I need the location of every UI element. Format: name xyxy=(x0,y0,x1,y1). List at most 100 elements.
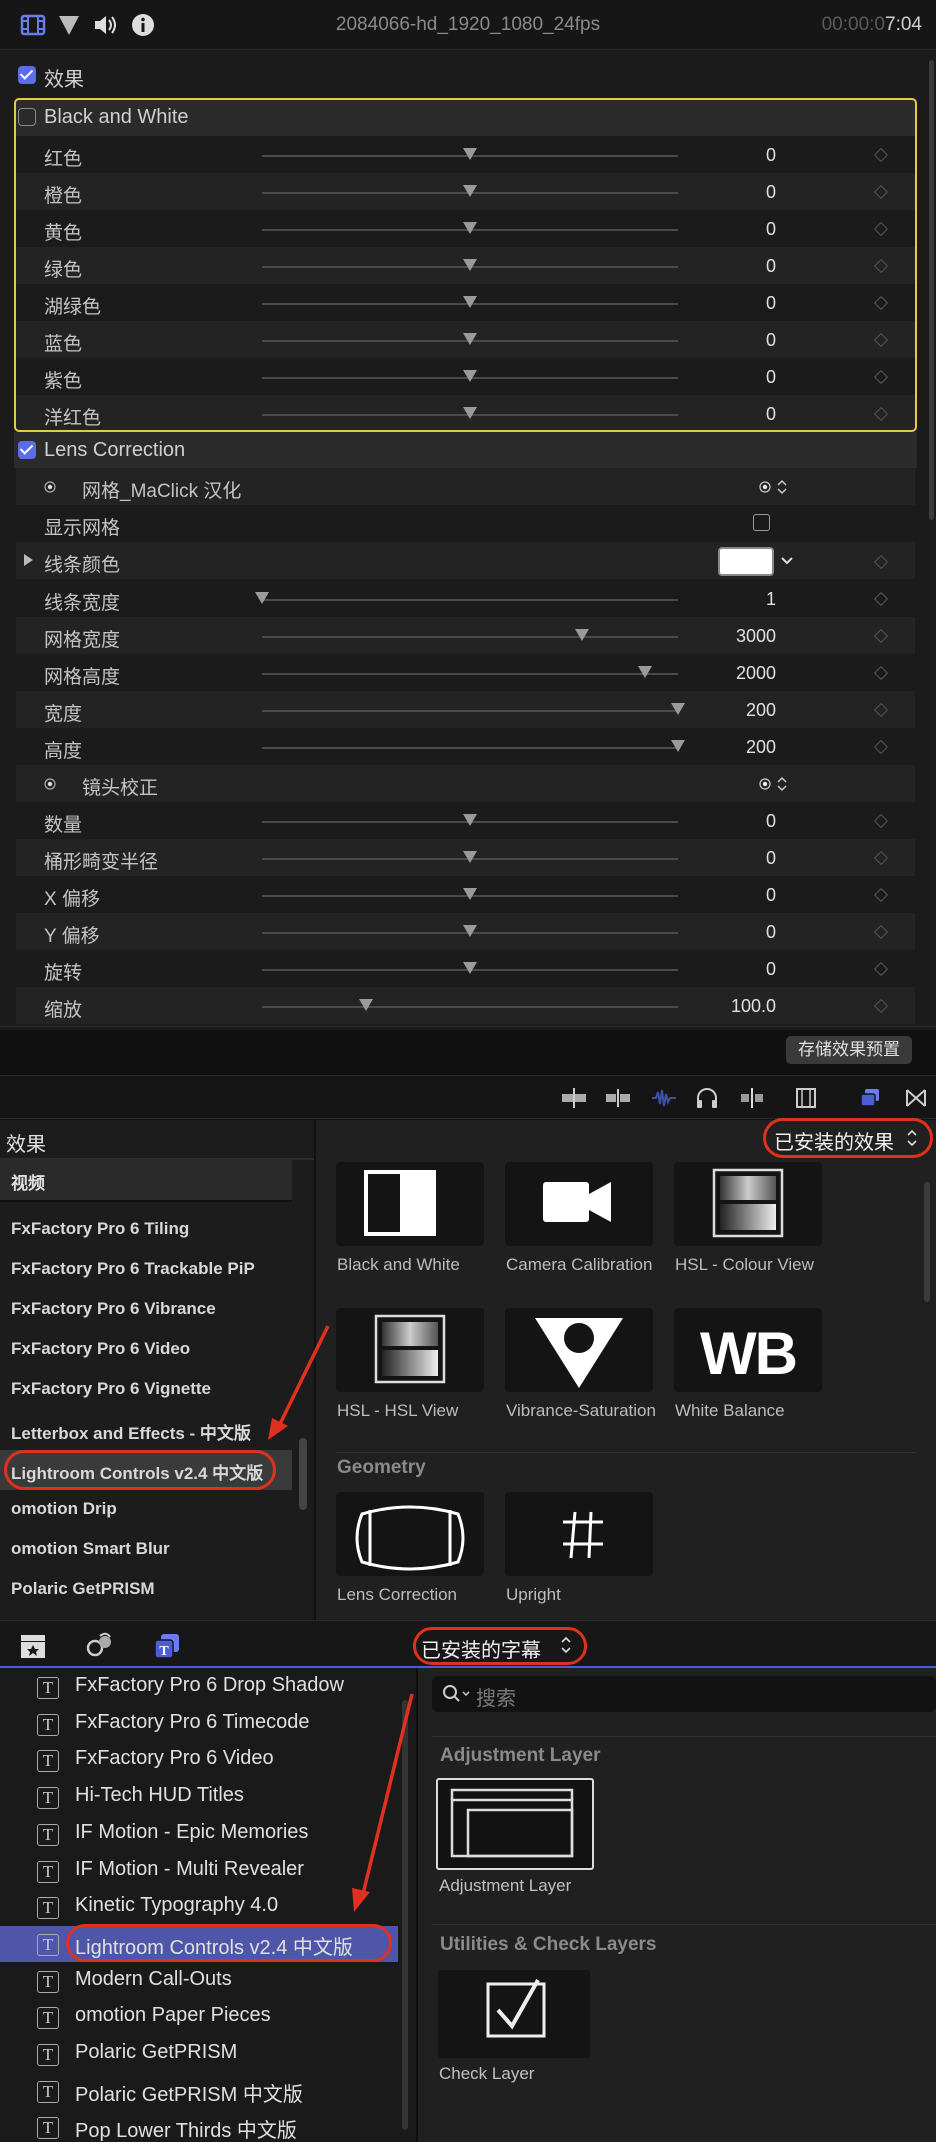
param-slider-track[interactable] xyxy=(262,747,678,749)
param-value[interactable]: 3000 xyxy=(686,626,776,647)
fx-list-item[interactable]: omotion Drip xyxy=(11,1499,117,1519)
param-slider-knob[interactable] xyxy=(255,592,269,604)
effect-tile[interactable] xyxy=(336,1492,484,1576)
fx-filter-chevron-icon[interactable] xyxy=(906,1128,918,1148)
keyframe-icon[interactable] xyxy=(873,665,889,681)
param-slider-track[interactable] xyxy=(262,673,678,675)
adjustment-layer-icon xyxy=(450,1788,574,1858)
transitions-icon[interactable] xyxy=(904,1086,928,1110)
append-icon[interactable] xyxy=(560,1086,588,1110)
keyframe-icon[interactable] xyxy=(873,739,889,755)
ti-filter-chevron-icon[interactable] xyxy=(560,1635,572,1655)
inspector-scrollbar[interactable] xyxy=(929,60,934,520)
title-list-item[interactable]: IF Motion - Epic Memories xyxy=(75,1821,308,1844)
keyframe-icon[interactable] xyxy=(873,813,889,829)
keyframe-icon[interactable] xyxy=(873,591,889,607)
fx-list-scrollbar[interactable] xyxy=(299,1438,307,1510)
clapper-icon[interactable] xyxy=(18,1631,48,1661)
fx-list-item[interactable]: omotion Smart Blur xyxy=(11,1539,170,1559)
clip-appearance-icon[interactable] xyxy=(794,1086,818,1110)
param-value[interactable]: 0 xyxy=(686,848,776,869)
title-list-item[interactable]: Pop Lower Thirds 中文版 xyxy=(75,2114,297,2142)
fx-list-item[interactable]: FxFactory Pro 6 Trackable PiP xyxy=(11,1259,255,1279)
param-value[interactable]: 0 xyxy=(686,885,776,906)
title-list-item[interactable]: Modern Call-Outs xyxy=(75,1968,232,1991)
param-slider-knob[interactable] xyxy=(463,851,477,863)
param-value[interactable]: 100.0 xyxy=(686,996,776,1017)
effect-tile[interactable]: WB xyxy=(674,1308,822,1392)
param-slider-knob[interactable] xyxy=(671,703,685,715)
param-value[interactable]: 0 xyxy=(686,959,776,980)
param-value[interactable]: 1 xyxy=(686,589,776,610)
line-color-swatch[interactable] xyxy=(718,547,774,576)
title-list-item[interactable]: Kinetic Typography 4.0 xyxy=(75,1894,278,1917)
insert-icon[interactable] xyxy=(604,1086,632,1110)
grid-group-radio-icon[interactable] xyxy=(44,481,56,493)
effects-checkbox[interactable] xyxy=(18,66,36,84)
title-list-item[interactable]: FxFactory Pro 6 Video xyxy=(75,1747,274,1770)
effect-tile[interactable] xyxy=(336,1162,484,1246)
adjustment-layer-tile[interactable] xyxy=(436,1778,594,1870)
fx-list-item[interactable]: Lightroom Controls v2.4 中文版 xyxy=(11,1459,263,1484)
param-value[interactable]: 200 xyxy=(686,737,776,758)
param-slider-knob[interactable] xyxy=(671,740,685,752)
title-list-item[interactable]: Polaric GetPRISM 中文版 xyxy=(75,2078,303,2107)
effect-tile[interactable] xyxy=(505,1492,653,1576)
skimming-icon[interactable] xyxy=(738,1086,766,1110)
effect-tile[interactable] xyxy=(336,1308,484,1392)
lens-checkbox[interactable] xyxy=(18,441,36,459)
param-slider-knob[interactable] xyxy=(575,629,590,641)
fx-category-label: 视频 xyxy=(11,1174,45,1193)
param-slider-track[interactable] xyxy=(262,1006,678,1008)
lens-group-radio-icon[interactable] xyxy=(44,778,56,790)
fx-list-item[interactable]: FxFactory Pro 6 Vignette xyxy=(11,1379,211,1399)
chevron-down-icon[interactable] xyxy=(780,556,794,566)
line-color-disclosure-icon[interactable] xyxy=(24,554,33,566)
title-list-item[interactable]: omotion Paper Pieces xyxy=(75,2004,271,2027)
effect-tile[interactable] xyxy=(505,1162,653,1246)
titles-generators-icon[interactable]: T xyxy=(152,1631,182,1661)
keyframe-icon[interactable] xyxy=(873,887,889,903)
param-slider-knob[interactable] xyxy=(637,666,652,678)
param-value[interactable]: 200 xyxy=(686,700,776,721)
title-list-item[interactable]: Hi-Tech HUD Titles xyxy=(75,1784,244,1807)
title-icon: T xyxy=(37,1713,59,1736)
title-list-item[interactable]: Polaric GetPRISM xyxy=(75,2041,237,2064)
param-value[interactable]: 2000 xyxy=(686,663,776,684)
fx-list-item[interactable]: FxFactory Pro 6 Vibrance xyxy=(11,1299,216,1319)
param-value[interactable]: 0 xyxy=(686,922,776,943)
save-preset-button[interactable]: 存储效果预置 xyxy=(786,1036,912,1064)
title-list-item[interactable]: FxFactory Pro 6 Timecode xyxy=(75,1711,310,1734)
fx-list-item[interactable]: FxFactory Pro 6 Video xyxy=(11,1339,190,1359)
titles-search-field[interactable]: 搜索 xyxy=(432,1676,936,1712)
grid-group-popup-icon[interactable] xyxy=(758,479,790,495)
ti-filter-popup[interactable]: 已安装的字幕 xyxy=(421,1634,541,1663)
param-slider-knob[interactable] xyxy=(463,925,477,937)
param-slider-knob[interactable] xyxy=(463,814,477,826)
param-slider-track[interactable] xyxy=(262,710,678,712)
keyframe-icon[interactable] xyxy=(873,961,889,977)
effect-tile[interactable] xyxy=(505,1308,653,1392)
sound-effects-icon[interactable] xyxy=(84,1631,114,1661)
param-slider-track[interactable] xyxy=(262,636,678,638)
fx-filter-popup[interactable]: 已安装的效果 xyxy=(774,1126,894,1155)
waveform-icon[interactable] xyxy=(650,1086,678,1110)
headphones-icon[interactable] xyxy=(694,1086,720,1110)
check-layer-tile[interactable] xyxy=(438,1970,590,2058)
param-slider-knob[interactable] xyxy=(359,999,373,1011)
fx-grid-scrollbar[interactable] xyxy=(924,1182,930,1302)
fx-list-item[interactable]: Polaric GetPRISM xyxy=(11,1579,155,1599)
fx-list-item[interactable]: FxFactory Pro 6 Tiling xyxy=(11,1219,189,1239)
fx-list-item[interactable]: Letterbox and Effects - 中文版 xyxy=(11,1419,251,1444)
vibrance-icon xyxy=(535,1318,623,1388)
show-grid-checkbox[interactable] xyxy=(753,514,770,531)
param-slider-track[interactable] xyxy=(262,599,678,601)
title-list-item[interactable]: FxFactory Pro 6 Drop Shadow xyxy=(75,1674,344,1697)
effects-browser-icon[interactable] xyxy=(858,1086,882,1110)
param-slider-knob[interactable] xyxy=(463,962,477,974)
lens-group-popup-icon[interactable] xyxy=(758,776,790,792)
effect-tile[interactable] xyxy=(674,1162,822,1246)
param-value[interactable]: 0 xyxy=(686,811,776,832)
title-list-item[interactable]: IF Motion - Multi Revealer xyxy=(75,1858,304,1881)
param-slider-knob[interactable] xyxy=(463,888,477,900)
